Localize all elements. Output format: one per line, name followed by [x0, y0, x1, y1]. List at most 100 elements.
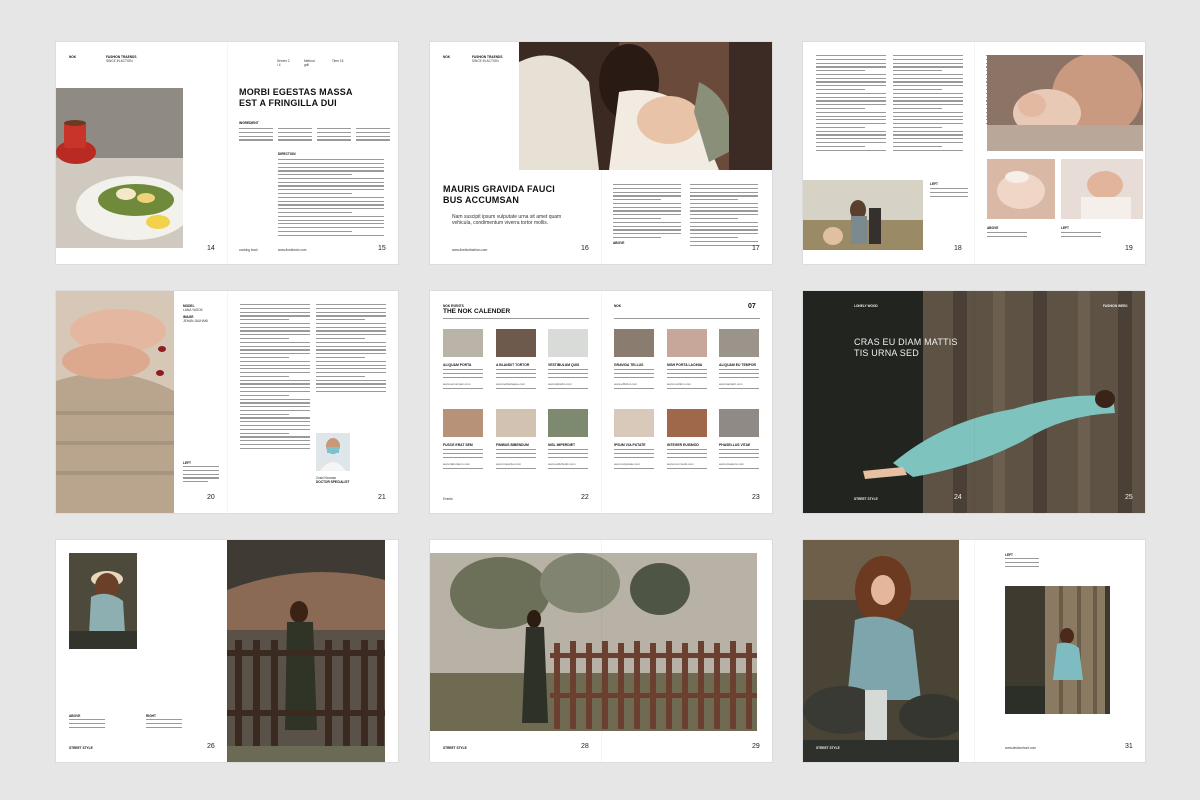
spread-pages-24-25[interactable]: LONELY WOOD FASHION WEEK CRAS EU DIAM MA… [803, 291, 1145, 513]
calendar-item-photo [614, 409, 654, 437]
newborn-photo-1 [987, 159, 1055, 219]
page-number-right: 25 [1125, 494, 1133, 501]
calendar-item-url[interactable]: www.laboratum.com [443, 462, 470, 466]
caption-left: LEFT [183, 461, 191, 465]
page-number-left: 16 [581, 245, 589, 252]
calendar-item-url[interactable]: www.efficitur.com [614, 382, 637, 386]
calendar-item-url[interactable]: www.vitaeturs.com [719, 462, 744, 466]
girl-pier-photo [1005, 586, 1110, 714]
section-label: FASHION WEEK [1103, 304, 1128, 308]
calendar-item-url[interactable]: www.rectilum.com [667, 382, 691, 386]
spread-pages-31[interactable]: LEFT STREET STYLE www.fashionhunt.com 31 [803, 540, 1145, 762]
calendar-item-title[interactable]: FINIBUS BIBENDUM [496, 443, 546, 447]
girl-waterfall-photo [803, 540, 959, 762]
body-col-1 [613, 184, 681, 241]
model-name: LANA YASOK [183, 308, 203, 312]
foggy-garden-photo [430, 553, 757, 731]
calendar-item-divider [719, 468, 759, 469]
calendar-item-title[interactable]: PHASELLUS VITAE [719, 443, 769, 447]
body-col-1 [240, 304, 310, 451]
spread-pages-18-19[interactable]: LEFT ABOVE LEFT 18 19 [803, 42, 1145, 264]
spread-pages-28-29[interactable]: STREET STYLE 28 29 [430, 540, 772, 762]
caption-left-text [930, 188, 968, 199]
footer-left: STREET STYLE [443, 746, 467, 750]
doctor-role: DOCTOR SPECIALIST [316, 480, 350, 484]
calendar-item-photo [667, 409, 707, 437]
calendar-item-text [548, 369, 588, 380]
calendar-item-text [667, 369, 707, 380]
divider-right [614, 318, 760, 319]
calendar-item-photo [548, 409, 588, 437]
ingredient-label: INGREDIENT [239, 121, 259, 125]
title-line-1: MORBI EGESTAS MASSA [239, 87, 353, 97]
caption-left-2-text [1061, 232, 1101, 240]
title-line-1: MAURIS GRAVIDA FAUCI [443, 184, 555, 194]
family-field-photo [803, 180, 923, 250]
footer-left: Events [443, 497, 453, 501]
caption-left-2: LEFT [1061, 226, 1069, 230]
calendar-item-title[interactable]: ALIQUAM EU TEMPOR [719, 363, 769, 367]
body-col-2 [893, 55, 963, 153]
article-subtitle: Nam suscipit ipsum vulputate urna sit am… [452, 214, 592, 227]
calendar-item-text [443, 369, 483, 380]
calendar-item-url[interactable]: www.sollicitudin.com [548, 462, 576, 466]
body-col-2 [316, 304, 386, 395]
caption-above: ABOVE [69, 714, 81, 718]
spread-pages-26[interactable]: ABOVE RIGHT STREET STYLE 26 [56, 540, 398, 762]
calendar-item-divider [548, 388, 588, 389]
calendar-item-divider [719, 388, 759, 389]
spread-pages-14-15[interactable]: NOK FASHION TRAENDS SINCE IN ACTION Serv… [56, 42, 398, 264]
recipe-title: MORBI EGESTAS MASSA EST A FRINGILLA DUI [239, 87, 353, 108]
calendar-title: THE NOK CALENDER [443, 308, 511, 315]
calendar-item-url[interactable]: www.seftanlaque.com [496, 382, 525, 386]
brand-label: NOK [443, 55, 451, 59]
page-number-right: 17 [752, 245, 760, 252]
calendar-item-divider [496, 468, 536, 469]
footer-url: www.fineldorsh.com [278, 248, 307, 252]
spread-pages-16-17[interactable]: NOK FASHION TRAENDS SINCE IN ACTION MAUR… [430, 42, 772, 264]
calendar-item-divider [667, 388, 707, 389]
girl-fence-photo [227, 540, 385, 762]
spread-pages-22-23[interactable]: NOK EVENTS THE NOK CALENDER NOK 07 ALIQU… [430, 291, 772, 513]
calendar-item-url[interactable]: www.vulputate.com [614, 462, 640, 466]
calendar-item-url[interactable]: www.impertiet.com [496, 462, 521, 466]
calendar-item-title[interactable]: NISL IMPERDIET [548, 443, 598, 447]
footer-left: cooking book [239, 248, 258, 252]
calendar-item-url[interactable]: www.landerit.com [719, 382, 743, 386]
calendar-item-url[interactable]: www.tellusbs.com [548, 382, 572, 386]
subtitle-line-2: vehicula, condimentum viverra tortor mol… [452, 220, 549, 227]
meta-method: Method grill [304, 59, 315, 68]
section-sub: SINCE IN ACTION [472, 59, 499, 63]
calendar-item-title[interactable]: ALIQUAM PORTA [443, 363, 493, 367]
calendar-item-title[interactable]: GRAVIDA TELLUS [614, 363, 664, 367]
caption-left-text [183, 466, 219, 485]
direction-label: DIRECTION [278, 152, 296, 156]
brand-label: NOK [69, 55, 77, 59]
couple-photo [519, 42, 772, 170]
spread-pages-20-21[interactable]: MODEL LANA YASOK IMAGE JEHAN JAUHANI Zos… [56, 291, 398, 513]
caption-above: ABOVE [987, 226, 999, 230]
body-col-1 [816, 55, 886, 153]
calendar-item-title[interactable]: NISH PORTA LACINIA [667, 363, 717, 367]
page-number-left: 24 [954, 494, 962, 501]
page-number-right: 23 [752, 494, 760, 501]
calendar-item-photo [667, 329, 707, 357]
body-col-2 [690, 184, 758, 248]
calendar-item-divider [614, 468, 654, 469]
doctor-photo [316, 433, 350, 471]
feature-title: CRAS EU DIAM MATTIS TIS URNA SED [854, 337, 958, 358]
calendar-item-title[interactable]: IPSUM VULPUTATE [614, 443, 664, 447]
issue-number: 07 [748, 303, 756, 310]
calendar-item-title[interactable]: INTEGER EUISMOD [667, 443, 717, 447]
calendar-item-photo [496, 409, 536, 437]
meta-time: Time 15 [332, 59, 344, 63]
calendar-item-title[interactable]: FUSCE ERAT SEM [443, 443, 493, 447]
calendar-item-title[interactable]: VESTIBULUM QUIS [548, 363, 598, 367]
caption-left-text [1005, 558, 1039, 569]
calendar-item-url[interactable]: www.accumsan.com [443, 382, 470, 386]
calendar-item-photo [719, 329, 759, 357]
calendar-item-url[interactable]: www.commodo.com [667, 462, 694, 466]
breakfast-photo [56, 88, 183, 248]
calendar-item-title[interactable]: A BLANDIT TORTOR [496, 363, 546, 367]
calendar-item-divider [667, 468, 707, 469]
